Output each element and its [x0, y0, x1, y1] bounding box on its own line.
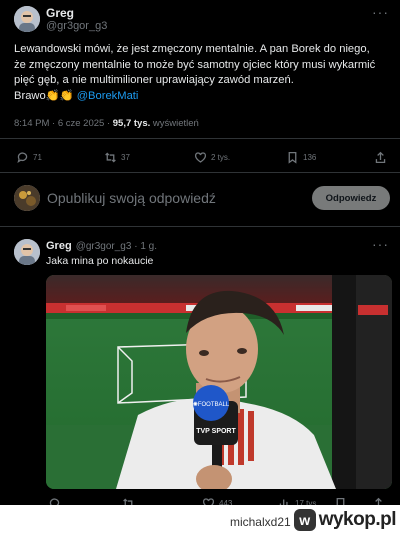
reply-header: Greg @gr3gor_g3 · 1 g.	[46, 240, 157, 252]
reply-more-options-icon[interactable]: ···	[372, 236, 389, 252]
reply-author-handle[interactable]: @gr3gor_g3 · 1 g.	[76, 241, 157, 252]
tweet-meta: 8:14 PM · 6 cze 2025 · 95,7 tys. wyświet…	[14, 118, 199, 129]
retweet-count: 37	[121, 153, 130, 162]
author-name[interactable]: Greg	[46, 6, 74, 20]
mic-ticker-label: ✺FOOTBALL	[193, 401, 230, 408]
tweet-text: Lewandowski mówi, że jest zmęczony menta…	[14, 42, 394, 104]
reply-icon	[17, 152, 28, 163]
reply-action[interactable]: 71	[16, 151, 42, 164]
mention-link[interactable]: @BorekMati	[77, 90, 139, 102]
author-handle[interactable]: @gr3gor_g3	[46, 20, 107, 32]
mic-brand-label: TVP SPORT	[196, 428, 236, 435]
tweet-detail-panel: Greg @gr3gor_g3 ··· Lewandowski mówi, że…	[0, 0, 400, 510]
bookmark-action[interactable]: 136	[286, 151, 316, 164]
reply-submit-button[interactable]: Odpowiedz	[312, 186, 390, 210]
bookmark-count: 136	[303, 153, 317, 162]
divider	[0, 172, 400, 173]
tweet-text-prefix: Brawo👏👏	[14, 89, 77, 102]
uploader-credit: michalxd21 z	[229, 515, 300, 529]
share-action[interactable]	[374, 151, 387, 164]
heart-icon	[194, 152, 207, 163]
retweet-action[interactable]: 37	[104, 151, 130, 164]
reply-author-name[interactable]: Greg	[46, 240, 72, 252]
reply-composer-input[interactable]: Opublikuj swoją odpowiedź	[47, 190, 216, 206]
tweet-text-line: Brawo👏👏 @BorekMati	[14, 89, 394, 105]
reply-text: Jaka mina po nokaucie	[46, 255, 154, 267]
divider	[0, 138, 400, 139]
wykop-logo-text: wykop.pl	[318, 509, 397, 530]
tweet-text-line: pięć gęb, a nie multimilioner uprawiając…	[14, 74, 294, 86]
current-user-avatar[interactable]	[14, 185, 40, 211]
tweet-text-line: że zmęczony mentalnie to może być samotn…	[14, 58, 376, 71]
tweet-timestamp[interactable]: 8:14 PM · 6 cze 2025 ·	[14, 118, 113, 129]
reply-count: 71	[33, 153, 42, 162]
wykop-logo: w wykop.pl	[293, 509, 397, 531]
more-options-icon[interactable]: ···	[372, 4, 389, 20]
wykop-logo-badge: w	[293, 509, 316, 531]
reply-author-avatar[interactable]	[14, 239, 40, 265]
bookmark-icon	[288, 151, 297, 164]
tweet-text-line: Lewandowski mówi, że jest zmęczony menta…	[14, 43, 370, 55]
views-count: 95,7 tys.	[112, 118, 151, 129]
views-label: wyświetleń	[150, 118, 199, 129]
share-icon	[375, 151, 386, 164]
stadium-photo: ✺FOOTBALL TVP SPORT	[46, 275, 392, 489]
author-avatar[interactable]	[14, 6, 40, 32]
retweet-icon	[105, 152, 116, 163]
wykop-watermark-bar: michalxd21 z w wykop.pl	[0, 505, 400, 537]
divider	[0, 226, 400, 227]
like-count: 2 tys.	[211, 153, 231, 162]
reply-media-image[interactable]: ✺FOOTBALL TVP SPORT	[46, 275, 392, 489]
like-action[interactable]: 2 tys.	[194, 151, 230, 164]
